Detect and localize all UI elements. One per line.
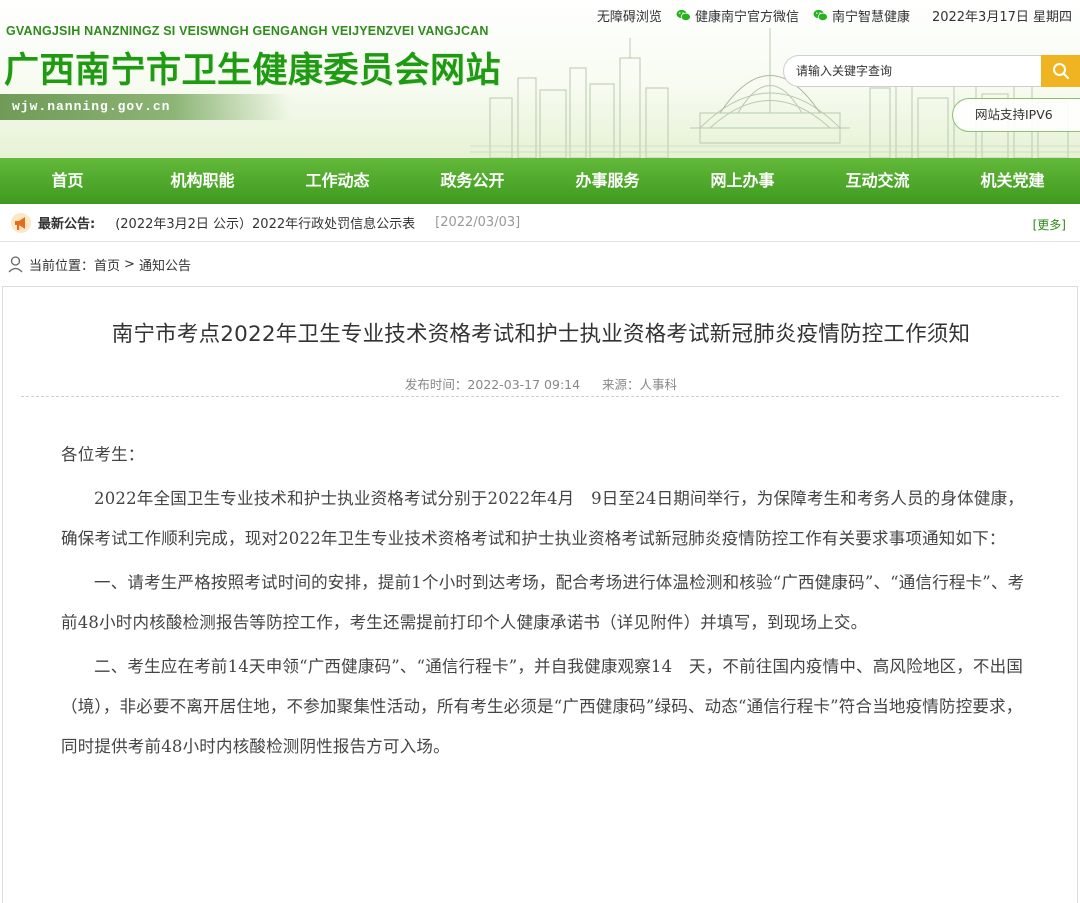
nav-item-party-building[interactable]: 机关党建 xyxy=(945,158,1080,204)
nav-item-services[interactable]: 办事服务 xyxy=(540,158,675,204)
accessible-browse-label: 无障碍浏览 xyxy=(596,9,662,25)
main-nav: 首页 机构职能 工作动态 政务公开 办事服务 网上办事 互动交流 机关党建 xyxy=(0,158,1080,204)
smart-health-link[interactable]: 南宁智慧健康 xyxy=(813,6,910,25)
breadcrumb-separator: > xyxy=(124,256,135,272)
megaphone-icon xyxy=(11,212,31,233)
more-notices-link[interactable]: [更多] xyxy=(1033,216,1066,233)
notice-link[interactable]: (2022年3月2日 公示）2022年行政处罚信息公示表 xyxy=(115,213,415,232)
article-title: 南宁市考点2022年卫生专业技术资格考试和护士执业资格考试新冠肺炎疫情防控工作须… xyxy=(111,322,971,347)
current-date: 2022年3月17日 星期四 xyxy=(931,9,1072,25)
nav-item-interaction[interactable]: 互动交流 xyxy=(810,158,945,204)
breadcrumb-prefix: 当前位置： xyxy=(29,258,95,274)
search-icon xyxy=(1052,63,1069,80)
top-links: 无障碍浏览 健康南宁官方微信 南宁智慧健康 2022年3月17日 星期四 xyxy=(597,5,1072,25)
article-paragraph: 2022年全国卫生专业技术和护士执业资格考试分别于2022年4月 9日至24日期… xyxy=(61,489,1024,548)
wechat-icon xyxy=(813,9,828,21)
user-location-icon xyxy=(8,255,23,272)
article-paragraph: 一、请考生严格按照考试时间的安排，提前1个小时到达考场，配合考场进行体温检测和核… xyxy=(61,573,1025,632)
breadcrumb-current-link[interactable]: 通知公告 xyxy=(139,255,191,274)
article-meta: 发布时间：2022-03-17 09:14 来源：人事科 xyxy=(3,374,1079,393)
search-input[interactable] xyxy=(783,55,1041,87)
article-panel: 南宁市考点2022年卫生专业技术资格考试和护士执业资格考试新冠肺炎疫情防控工作须… xyxy=(2,286,1078,903)
nav-item-home[interactable]: 首页 xyxy=(0,158,135,204)
site-domain: wjw.nanning.gov.cn xyxy=(0,94,290,120)
nav-item-news[interactable]: 工作动态 xyxy=(270,158,405,204)
notice-label: 最新公告: xyxy=(38,217,96,232)
notice-date: [2022/03/03] xyxy=(435,215,521,230)
nav-item-online-services[interactable]: 网上办事 xyxy=(675,158,810,204)
wechat-icon xyxy=(676,9,691,21)
article-paragraph: 二、考生应在考前14天申领“广西健康码”、“通信行程卡”，并自我健康观察14 天… xyxy=(61,657,1024,756)
article-greeting: 各位考生： xyxy=(61,445,145,464)
article-divider xyxy=(21,396,1059,397)
city-skyline-illustration xyxy=(470,28,1080,158)
wechat-official-link[interactable]: 健康南宁官方微信 xyxy=(676,6,799,25)
search-button[interactable] xyxy=(1041,55,1080,87)
latest-notice-bar: 最新公告: (2022年3月2日 公示）2022年行政处罚信息公示表 [2022… xyxy=(0,204,1080,242)
ipv6-badge[interactable]: 网站支持IPV6 xyxy=(952,98,1080,132)
accessible-browse-link[interactable]: 无障碍浏览 xyxy=(597,6,662,25)
nav-item-functions[interactable]: 机构职能 xyxy=(135,158,270,204)
article-source: 来源：人事科 xyxy=(602,377,678,392)
site-pinyin-title: GVANGJSIH NANZNINGZ SI VEISWNGH GENGANGH… xyxy=(6,24,489,38)
site-header: GVANGJSIH NANZNINGZ SI VEISWNGH GENGANGH… xyxy=(0,0,1080,158)
breadcrumb: 当前位置： 首页 > 通知公告 xyxy=(0,242,1080,286)
article-body: 各位考生： 2022年全国卫生专业技术和护士执业资格考试分别于2022年4月 9… xyxy=(61,435,1029,767)
search-box xyxy=(783,55,1080,87)
smart-health-label: 南宁智慧健康 xyxy=(831,9,910,25)
breadcrumb-home-link[interactable]: 首页 xyxy=(94,255,120,274)
nav-item-public-affairs[interactable]: 政务公开 xyxy=(405,158,540,204)
site-title: 广西南宁市卫生健康委员会网站 xyxy=(4,51,502,91)
publish-time: 发布时间：2022-03-17 09:14 xyxy=(404,377,581,392)
wechat-official-label: 健康南宁官方微信 xyxy=(694,9,799,25)
